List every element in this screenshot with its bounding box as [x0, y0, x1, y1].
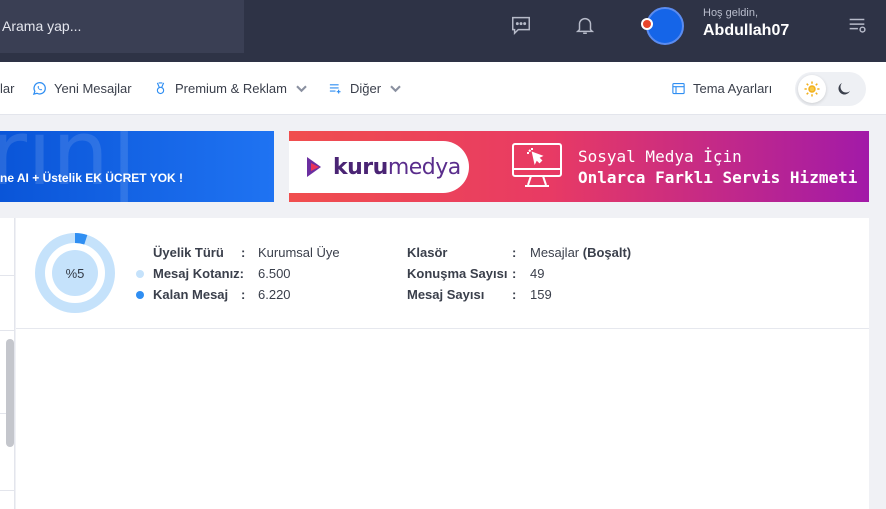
- search-input[interactable]: Arama yap...: [0, 0, 244, 53]
- colon: :: [241, 287, 246, 302]
- logo-mark-icon: [307, 157, 321, 177]
- quota-percent: %5: [65, 265, 85, 281]
- award-icon: [156, 82, 165, 95]
- banner-subheadline: Onlarca Farklı Servis Hizmeti: [578, 168, 858, 187]
- nav-item-premium[interactable]: Premium & Reklam: [153, 62, 309, 115]
- colon: :: [512, 245, 517, 260]
- nav-item-other[interactable]: Diğer: [328, 62, 403, 115]
- conversation-count-label: Konuşma Sayısı: [407, 266, 508, 281]
- membership-type-label: Üyelik Türü: [153, 245, 224, 260]
- monitor-icon: [512, 143, 562, 187]
- legend-dot-quota: [136, 270, 144, 278]
- banner-slogan: ne AI + Üstelik EK ÜCRET YOK !: [0, 171, 184, 185]
- nav-item-label: Yeni Mesajlar: [54, 81, 132, 96]
- message-count-label: Mesaj Sayısı: [407, 287, 485, 302]
- side-divider: [0, 275, 14, 276]
- colon: :: [512, 287, 517, 302]
- chat-icon[interactable]: [508, 12, 534, 38]
- username[interactable]: Abdullah07: [703, 22, 789, 40]
- theme-toggle[interactable]: [795, 72, 866, 106]
- side-divider: [0, 490, 14, 491]
- folder-name: Mesajlar: [530, 245, 580, 260]
- colon: :: [512, 266, 517, 281]
- nav-item-label: Diğer: [350, 81, 382, 96]
- stats-card: %5 Üyelik Türü : Kurumsal Üye Mesaj Kota…: [16, 218, 869, 509]
- nav-item-label: Premium & Reklam: [175, 81, 287, 96]
- colon: :: [241, 245, 246, 260]
- banner-headline: Sosyal Medya İçin: [578, 147, 742, 166]
- kurumedya-logo: kurumedya: [289, 141, 469, 193]
- empty-folder-button[interactable]: (Boşalt): [583, 245, 631, 260]
- chevron-down-icon: [296, 85, 307, 93]
- banner-kurumedya[interactable]: kurumedya Sosyal Medya İçin Onlarca Fark…: [289, 131, 869, 202]
- card-divider: [16, 328, 869, 329]
- banner-background-art: rın|: [0, 131, 140, 202]
- banner-ai[interactable]: rın| ne AI + Üstelik EK ÜCRET YOK !: [0, 131, 274, 202]
- legend-dot-remaining: [136, 291, 144, 299]
- side-scrollbar[interactable]: [6, 339, 14, 447]
- chevron-down-icon: [390, 85, 401, 93]
- settings-list-icon[interactable]: [844, 12, 870, 38]
- nav-item-new-messages[interactable]: Yeni Mesajlar: [32, 62, 132, 115]
- sun-icon: [804, 81, 820, 97]
- top-bar: Arama yap... Hoş geldin, Abdullah07: [0, 0, 886, 62]
- side-panel: [0, 218, 15, 509]
- folder-value: Mesajlar (Boşalt): [530, 245, 631, 260]
- membership-type-value: Kurumsal Üye: [258, 245, 340, 260]
- status-dot: [641, 18, 653, 30]
- nav-bar: lar Yeni Mesajlar Premium & Reklam Diğer…: [0, 62, 886, 115]
- list-plus-icon: [329, 84, 341, 94]
- bell-icon[interactable]: [572, 12, 598, 38]
- message-quota-label: Mesaj Kotanız:: [153, 266, 245, 281]
- nav-item-label: Tema Ayarları: [693, 81, 773, 96]
- greeting-text: Hoş geldin,: [703, 7, 759, 19]
- message-quota-value: 6.500: [258, 266, 291, 281]
- folder-label: Klasör: [407, 245, 448, 260]
- logo-text: kurumedya: [333, 154, 461, 180]
- theme-settings-link[interactable]: Tema Ayarları: [671, 62, 772, 115]
- side-divider: [0, 330, 14, 331]
- message-count-value: 159: [530, 287, 552, 302]
- dark-mode-button[interactable]: [830, 75, 858, 103]
- whatsapp-icon: [32, 82, 46, 96]
- remaining-messages-label: Kalan Mesaj: [153, 287, 229, 302]
- conversation-count-value: 49: [530, 266, 545, 281]
- window-icon: [672, 82, 685, 95]
- light-mode-button[interactable]: [798, 75, 826, 103]
- moon-icon: [838, 83, 850, 95]
- remaining-messages-value: 6.220: [258, 287, 291, 302]
- nav-item-partial[interactable]: lar: [0, 62, 14, 115]
- nav-item-label: lar: [0, 81, 15, 96]
